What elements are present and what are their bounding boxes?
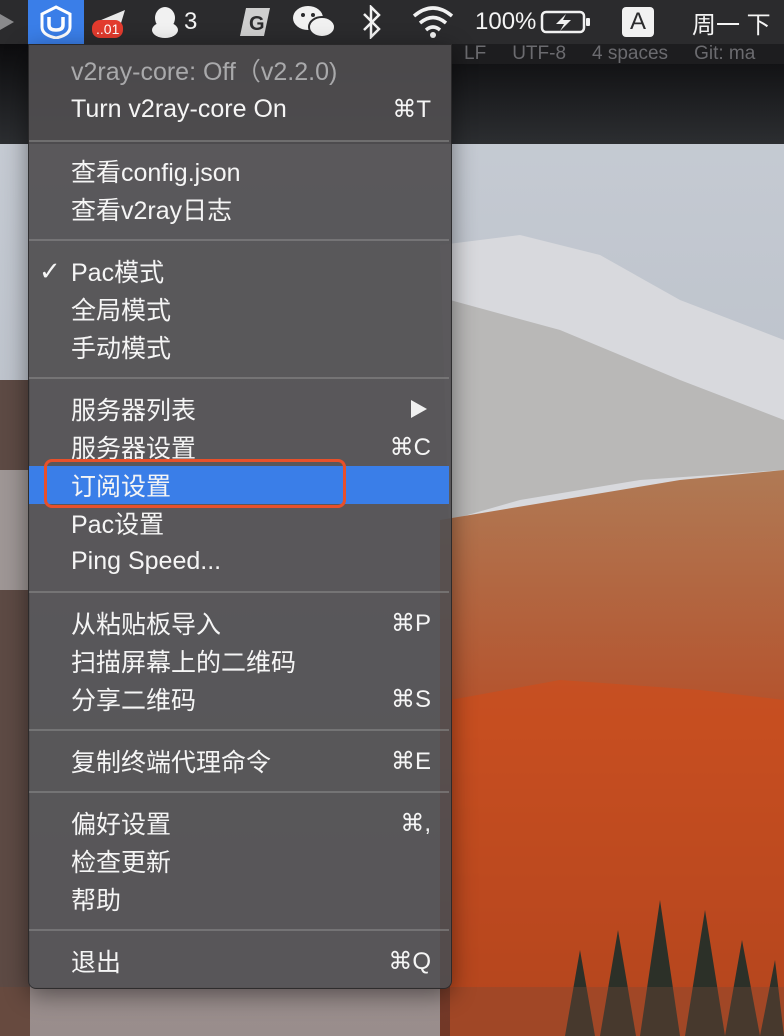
menu-separator — [29, 929, 449, 931]
view-config-label: 查看config.json — [71, 159, 241, 187]
qq-count: 3 — [184, 8, 198, 35]
menu-separator — [29, 791, 449, 793]
svg-text:G: G — [249, 13, 265, 35]
encoding[interactable]: UTF-8 — [512, 44, 566, 64]
menu-bar: ..01 3 G 100% A 周一 下 — [0, 0, 784, 44]
menu-separator — [29, 239, 449, 241]
menu-item-quit[interactable]: 退出 ⌘Q — [29, 942, 449, 980]
import-clipboard-label: 从粘贴板导入 — [71, 611, 222, 639]
menu-item-scan-qr[interactable]: 扫描屏幕上的二维码 — [29, 642, 449, 680]
quit-shortcut: ⌘Q — [388, 947, 431, 975]
menu-item-copy-proxy-command[interactable]: 复制终端代理命令 ⌘E — [29, 742, 449, 780]
menu-item-pac-settings[interactable]: Pac设置 — [29, 504, 449, 542]
date-text: 周一 下 — [692, 11, 771, 39]
toggle-core-label: Turn v2ray-core On — [71, 94, 287, 123]
g-logo-icon: G — [240, 8, 270, 36]
copy-proxy-command-label: 复制终端代理命令 — [71, 749, 272, 777]
menu-item-pac-mode[interactable]: ✓ Pac模式 — [29, 252, 449, 290]
help-label: 帮助 — [71, 887, 122, 915]
menu-separator — [29, 377, 449, 379]
input-method-label: A — [622, 7, 654, 37]
notification-badge: ..01 — [92, 20, 124, 38]
menu-separator — [29, 729, 449, 731]
penguin-icon — [152, 7, 178, 38]
v2rayu-status-icon[interactable] — [28, 0, 84, 44]
menubar-clock[interactable]: 周一 下 — [692, 0, 771, 44]
scan-qr-label: 扫描屏幕上的二维码 — [71, 649, 297, 677]
telegram-status-icon[interactable]: ..01 — [92, 0, 128, 44]
menu-item-view-log[interactable]: 查看v2ray日志 — [29, 190, 449, 228]
menu-item-import-clipboard[interactable]: 从粘贴板导入 ⌘P — [29, 604, 449, 642]
menu-item-view-config[interactable]: 查看config.json — [29, 152, 449, 190]
editor-status-bar: LF UTF-8 4 spaces Git: ma — [450, 44, 784, 64]
menu-item-core-status: v2ray-core: Off（v2.2.0) — [29, 51, 449, 89]
copy-proxy-command-shortcut: ⌘E — [390, 747, 431, 775]
battery-percentage: 100% — [475, 8, 537, 35]
menu-item-server-list[interactable]: 服务器列表 — [29, 390, 449, 428]
v2rayu-dropdown-menu: v2ray-core: Off（v2.2.0) Turn v2ray-core … — [28, 44, 452, 989]
bluetooth-icon — [363, 5, 381, 39]
partial-app-icon[interactable] — [0, 0, 20, 44]
ping-speed-label: Ping Speed... — [71, 546, 222, 575]
pac-mode-label: Pac模式 — [71, 259, 165, 287]
menu-item-check-updates[interactable]: 检查更新 — [29, 842, 449, 880]
core-status-label: v2ray-core: Off（v2.2.0) — [71, 58, 338, 86]
toggle-core-shortcut: ⌘T — [392, 95, 431, 123]
check-updates-label: 检查更新 — [71, 849, 172, 877]
shield-icon — [40, 5, 72, 39]
indentation[interactable]: 4 spaces — [592, 44, 668, 64]
menu-item-global-mode[interactable]: 全局模式 — [29, 290, 449, 328]
g-status-icon[interactable]: G — [238, 0, 272, 44]
quit-label: 退出 — [71, 949, 122, 977]
preferences-label: 偏好设置 — [71, 811, 172, 839]
battery-status[interactable]: 100% — [475, 0, 592, 44]
input-method-indicator[interactable]: A — [622, 0, 654, 44]
checkmark-icon: ✓ — [39, 255, 61, 286]
preferences-shortcut: ⌘, — [400, 809, 431, 837]
server-list-label: 服务器列表 — [71, 397, 197, 425]
wechat-status-icon[interactable] — [292, 0, 336, 44]
menu-item-manual-mode[interactable]: 手动模式 — [29, 328, 449, 366]
manual-mode-label: 手动模式 — [71, 335, 172, 363]
view-log-label: 查看v2ray日志 — [71, 197, 233, 225]
import-clipboard-shortcut: ⌘P — [390, 609, 431, 637]
pac-settings-label: Pac设置 — [71, 511, 165, 539]
menu-separator — [29, 591, 449, 593]
menu-item-ping-speed[interactable]: Ping Speed... — [29, 542, 449, 580]
menu-item-preferences[interactable]: 偏好设置 ⌘, — [29, 804, 449, 842]
wifi-status-icon[interactable] — [412, 0, 454, 44]
menu-item-share-qr[interactable]: 分享二维码 ⌘S — [29, 680, 449, 718]
bluetooth-status-icon[interactable] — [360, 0, 384, 44]
battery-charging-icon — [541, 10, 591, 34]
menu-item-help[interactable]: 帮助 — [29, 880, 449, 918]
submenu-arrow-icon — [411, 400, 427, 418]
git-branch[interactable]: Git: ma — [694, 44, 755, 64]
qq-status-icon[interactable]: 3 — [150, 0, 197, 44]
highlight-annotation-box — [44, 459, 346, 508]
wifi-icon — [412, 6, 454, 38]
global-mode-label: 全局模式 — [71, 297, 172, 325]
menu-item-toggle-core[interactable]: Turn v2ray-core On ⌘T — [29, 90, 449, 128]
server-settings-shortcut: ⌘C — [389, 433, 431, 461]
line-ending[interactable]: LF — [464, 44, 486, 64]
wechat-icon — [293, 6, 336, 38]
menu-separator — [29, 140, 449, 142]
share-qr-shortcut: ⌘S — [390, 685, 431, 713]
share-qr-label: 分享二维码 — [71, 687, 197, 715]
